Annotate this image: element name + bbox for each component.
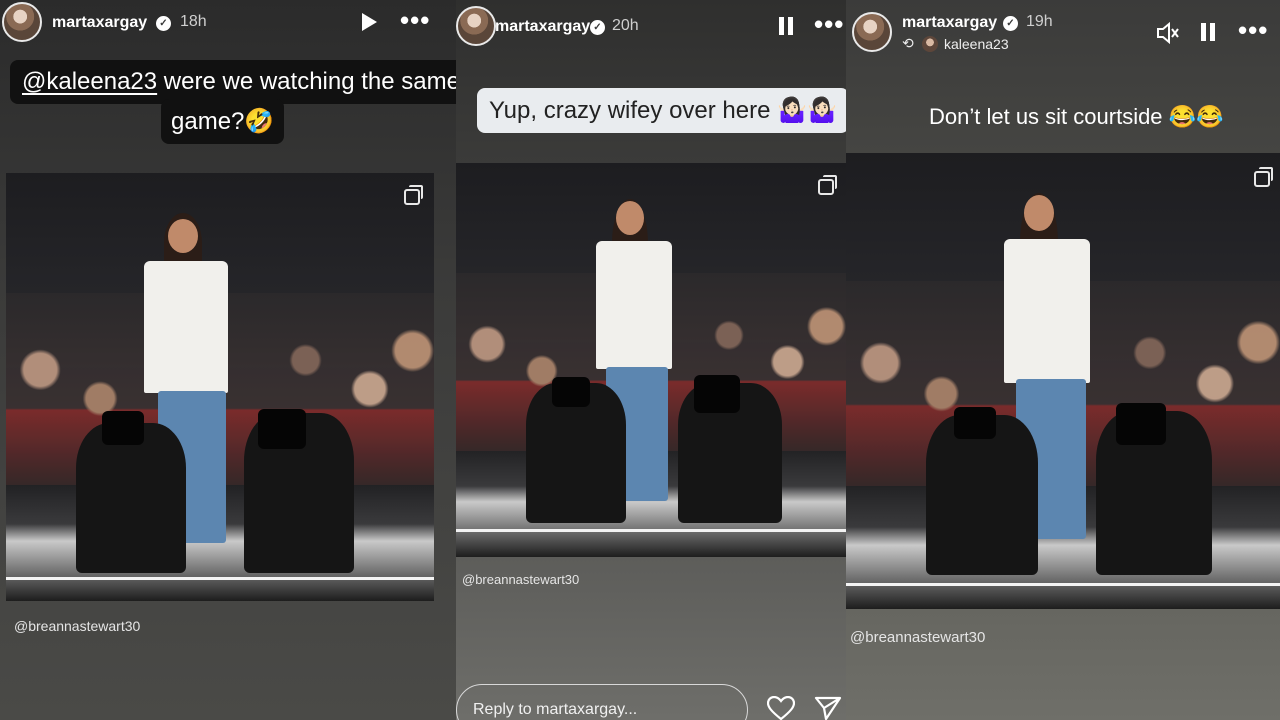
reply-input[interactable]: Reply to martaxargay... [456,684,748,720]
send-icon[interactable] [814,696,842,720]
story-caption: Don’t let us sit courtside 😂😂 [929,104,1224,129]
mention-sticker[interactable]: @kaleena23 were we watching the same [10,60,456,104]
heart-icon[interactable] [767,696,795,720]
timestamp: 18h [180,13,207,30]
story-panel-2[interactable]: martaxargay ✓ 20h ••• Yup, crazy wifey o… [456,0,846,720]
sticker-text: game?🤣 [171,108,275,135]
photographer-left [76,423,186,573]
sticker-text-line-2: game?🤣 [161,99,285,144]
story-panel-1[interactable]: martaxargay ✓ 18h ••• @kaleena23 were we… [0,0,456,720]
photo-credit[interactable]: @breannastewart30 [850,629,985,646]
username[interactable]: martaxargay [902,14,997,32]
timestamp: 20h [612,17,639,34]
more-icon[interactable]: ••• [400,7,430,33]
mention-link[interactable]: @kaleena23 [22,68,157,95]
repost-avatar [922,36,938,52]
story-photo [846,153,1280,609]
avatar[interactable] [2,2,42,42]
story-panel-3[interactable]: martaxargay ✓ 19h ⟲ kaleena23 ••• Don’t … [846,0,1280,720]
story-photo [6,173,434,601]
sticker-text: were we watching the same [157,68,456,95]
camera [1116,403,1166,445]
camera [552,377,590,407]
photo-credit[interactable]: @breannastewart30 [462,572,579,587]
verified-badge-icon: ✓ [1003,16,1018,31]
sticker-text: Yup, crazy wifey over here 🤷🏻‍♀️🤷🏻‍♀️ [489,97,837,124]
camera [102,411,144,445]
avatar[interactable] [456,6,496,46]
pause-icon[interactable] [778,16,794,36]
repost-icon: ⟲ [902,35,914,51]
story-header: martaxargay ✓ 20h ••• [456,0,846,56]
camera [954,407,996,439]
more-icon[interactable]: ••• [814,11,844,37]
play-icon[interactable] [359,12,379,32]
multiple-photos-icon [818,175,837,195]
multiple-photos-icon [404,185,423,205]
more-icon[interactable]: ••• [1238,17,1268,43]
avatar[interactable] [852,12,892,52]
story-header: martaxargay ✓ 18h ••• [0,0,456,56]
reply-placeholder: Reply to martaxargay... [473,701,638,718]
photo-credit[interactable]: @breannastewart30 [14,618,140,634]
photographer-left [926,415,1038,575]
username[interactable]: martaxargay [495,18,590,36]
username[interactable]: martaxargay [52,14,147,32]
pause-icon[interactable] [1200,22,1216,42]
camera [258,409,306,449]
text-sticker: Yup, crazy wifey over here 🤷🏻‍♀️🤷🏻‍♀️ [477,88,846,133]
camera [694,375,740,413]
repost-username[interactable]: kaleena23 [944,36,1009,52]
verified-badge-icon: ✓ [590,20,605,35]
timestamp: 19h [1026,13,1053,30]
muted-speaker-icon[interactable] [1156,22,1180,44]
multiple-photos-icon [1254,167,1273,187]
verified-badge-icon: ✓ [156,16,171,31]
story-photo [456,163,846,557]
story-header: martaxargay ✓ 19h ⟲ kaleena23 ••• [846,0,1280,56]
